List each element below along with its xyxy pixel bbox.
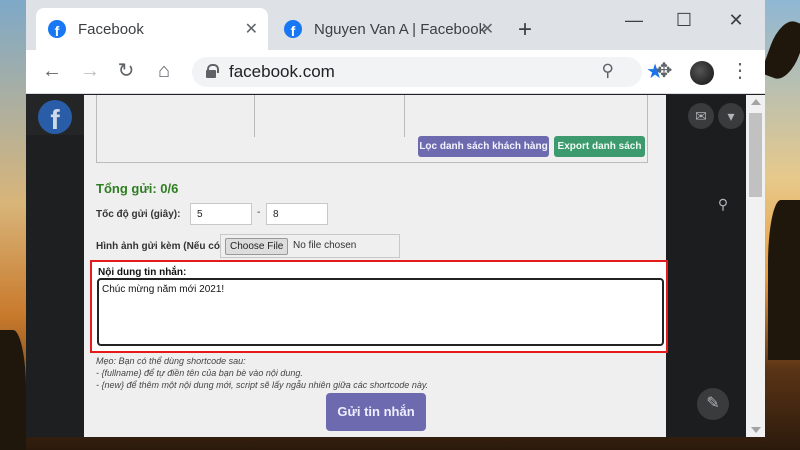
speed-max-input[interactable] — [266, 203, 328, 225]
palm-silhouette — [0, 330, 26, 450]
message-textarea[interactable]: Chúc mừng năm mới 2021! — [97, 278, 664, 346]
maximize-button[interactable]: ☐ — [674, 10, 694, 31]
messenger-icon[interactable]: ✉ — [688, 103, 714, 129]
reload-icon[interactable]: ↻ — [114, 60, 138, 82]
filter-customers-button[interactable]: Lọc danh sách khách hàng — [418, 136, 549, 157]
zoom-icon[interactable]: ⚲ — [602, 61, 614, 81]
speed-min-input[interactable] — [190, 203, 252, 225]
search-icon[interactable]: ⚲ — [710, 191, 736, 217]
forward-icon[interactable]: → — [78, 60, 102, 82]
puzzle-icon[interactable]: ✥ — [652, 60, 676, 82]
kebab-menu-icon[interactable]: ⋮ — [728, 60, 752, 82]
home-icon[interactable]: ⌂ — [152, 60, 176, 82]
scroll-thumb[interactable] — [749, 113, 762, 197]
table-divider — [404, 95, 405, 137]
facebook-left-column — [26, 135, 84, 437]
back-icon[interactable]: ← — [40, 60, 64, 82]
choose-file-button[interactable]: Choose File — [225, 238, 289, 255]
send-message-button[interactable]: Gửi tin nhắn — [326, 393, 426, 431]
facebook-favicon-icon: f — [284, 20, 302, 38]
close-icon[interactable]: ✕ — [245, 19, 258, 39]
page-scrollbar[interactable] — [746, 95, 765, 437]
message-highlight-box: Nội dung tin nhắn: Chúc mừng năm mới 202… — [90, 260, 668, 353]
facebook-favicon-icon: f — [48, 20, 66, 38]
hint-line: - {fullname} để tự điền tên của bạn bè v… — [96, 368, 303, 378]
total-sent-counter: Tổng gửi: 0/6 — [96, 181, 179, 196]
minimize-button[interactable]: — — [624, 10, 644, 31]
palm-silhouette — [768, 200, 800, 360]
facebook-right-column: ✉ ▾ ⚲ — [666, 95, 748, 437]
message-label: Nội dung tin nhắn: — [98, 267, 187, 278]
speed-separator: - — [257, 207, 261, 218]
message-tool-panel: Lọc danh sách khách hàng Export danh sác… — [84, 95, 668, 437]
lock-icon — [206, 64, 219, 78]
close-window-button[interactable]: ✕ — [726, 10, 746, 31]
scroll-down-icon[interactable] — [751, 427, 761, 433]
export-list-button[interactable]: Export danh sách — [554, 136, 645, 157]
facebook-page: f ✉ ▾ ⚲ ✎ Lọc danh sách khách hàng Expor… — [26, 95, 765, 437]
file-status: No file chosen — [293, 240, 357, 251]
table-divider — [254, 95, 255, 137]
tab-profile[interactable]: f Nguyen Van A | Facebook ✕ — [272, 8, 504, 50]
tab-strip: f Facebook ✕ f Nguyen Van A | Facebook ✕… — [26, 0, 765, 50]
chevron-down-icon[interactable]: ▾ — [718, 103, 744, 129]
avatar[interactable] — [690, 61, 714, 85]
address-bar[interactable]: facebook.com ⚲ ★ — [192, 57, 664, 87]
browser-window: f Facebook ✕ f Nguyen Van A | Facebook ✕… — [26, 0, 765, 437]
facebook-logo-icon[interactable]: f — [38, 100, 72, 135]
address-url: facebook.com — [229, 62, 335, 81]
browser-toolbar: ← → ↻ ⌂ facebook.com ⚲ ★ ✥ ⋮ — [26, 50, 765, 94]
tab-title: Nguyen Van A | Facebook — [314, 20, 487, 38]
tab-title: Facebook — [78, 20, 144, 38]
speed-label: Tốc độ gửi (giây): — [96, 209, 181, 220]
hint-line: - {new} để thêm một nội dung mới, script… — [96, 380, 429, 390]
close-icon[interactable]: ✕ — [481, 19, 494, 39]
hint-line: Mẹo: Bạn có thể dùng shortcode sau: — [96, 356, 246, 366]
tab-facebook[interactable]: f Facebook ✕ — [36, 8, 268, 50]
new-message-icon[interactable]: ✎ — [697, 388, 729, 420]
new-tab-button[interactable]: + — [518, 18, 532, 42]
scroll-up-icon[interactable] — [751, 99, 761, 105]
file-input: Choose File No file chosen — [220, 234, 400, 258]
attachment-label: Hình ảnh gửi kèm (Nếu có): — [96, 241, 227, 252]
